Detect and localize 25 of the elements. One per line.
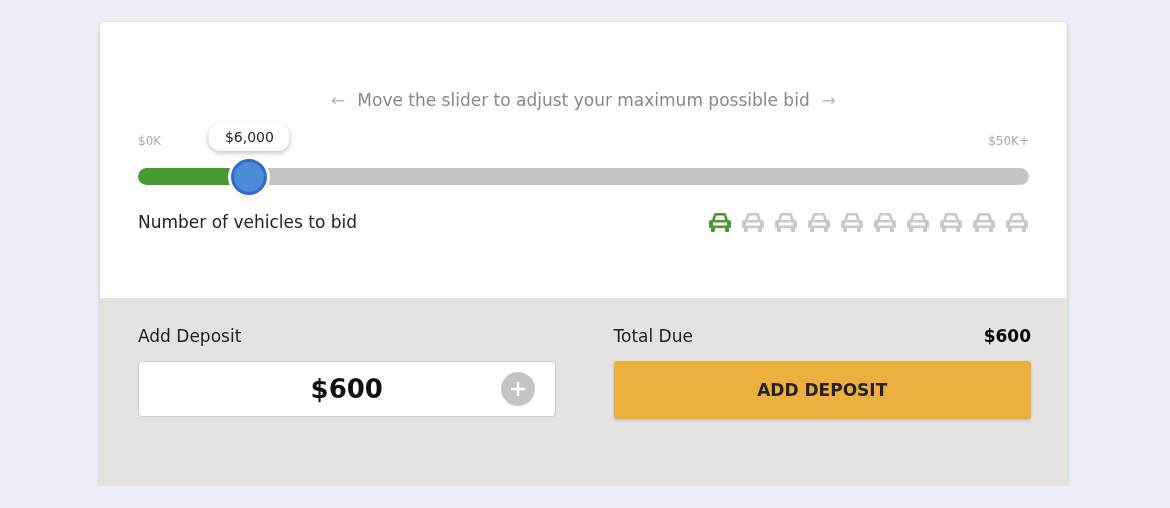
plus-icon[interactable] <box>500 372 535 406</box>
value-tooltip: $6,000 <box>208 123 290 151</box>
car-icon[interactable] <box>708 211 732 233</box>
car-icon[interactable] <box>972 211 996 233</box>
car-icon[interactable] <box>1005 211 1029 233</box>
slider-hint: Move the slider to adjust your maximum possible bid <box>357 90 810 110</box>
car-icon[interactable] <box>741 211 765 233</box>
total-label: Total Due <box>613 326 693 346</box>
vehicles-label: Number of vehicles to bid <box>138 212 358 232</box>
max-label: $50K+ <box>988 134 1029 148</box>
car-icon[interactable] <box>774 211 798 233</box>
slider-track[interactable] <box>138 168 1029 185</box>
total-amount: $600 <box>983 326 1031 346</box>
min-label: $0K <box>138 134 162 148</box>
deposit-label: Add Deposit <box>138 326 243 346</box>
car-icon[interactable] <box>873 211 897 233</box>
left-arrow: ← <box>331 90 346 110</box>
deposit-field[interactable]: $600 <box>138 361 556 417</box>
right-arrow: → <box>821 90 836 110</box>
car-icon[interactable] <box>840 211 864 233</box>
car-icon[interactable] <box>939 211 963 233</box>
car-icon[interactable] <box>906 211 930 233</box>
slider-thumb[interactable] <box>231 158 268 195</box>
add-deposit-button[interactable]: ADD DEPOSIT <box>613 361 1031 419</box>
car-icon[interactable] <box>807 211 831 233</box>
